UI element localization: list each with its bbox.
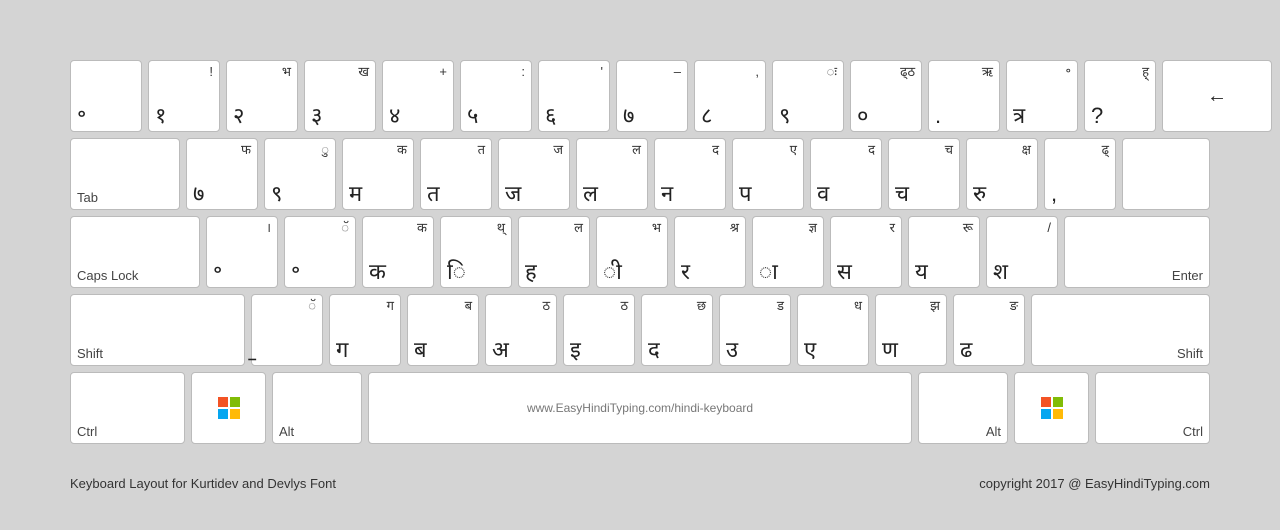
footer: Keyboard Layout for Kurtidev and Devlys … bbox=[40, 470, 1240, 491]
key-f[interactable]: थ् ि bbox=[440, 216, 512, 288]
key-3[interactable]: ख ३ bbox=[304, 60, 376, 132]
key-r[interactable]: त त bbox=[420, 138, 492, 210]
key-slash[interactable]: ङ ढ bbox=[953, 294, 1025, 366]
key-j[interactable]: श्र र bbox=[674, 216, 746, 288]
key-lbracket[interactable]: क्ष रु bbox=[966, 138, 1038, 210]
key-5[interactable]: : ५ bbox=[460, 60, 532, 132]
key-rbracket[interactable]: ढ् , bbox=[1044, 138, 1116, 210]
key-g[interactable]: ल ह bbox=[518, 216, 590, 288]
key-enter[interactable]: Enter bbox=[1064, 216, 1210, 288]
key-u[interactable]: द न bbox=[654, 138, 726, 210]
key-win-left[interactable] bbox=[191, 372, 266, 444]
key-e[interactable]: क म bbox=[342, 138, 414, 210]
key-equals[interactable]: ॰ त्र bbox=[1006, 60, 1078, 132]
key-ctrl-left[interactable]: Ctrl bbox=[70, 372, 185, 444]
key-capslock[interactable]: Caps Lock bbox=[70, 216, 200, 288]
key-x[interactable]: ग ग bbox=[329, 294, 401, 366]
key-semicolon[interactable]: रू य bbox=[908, 216, 980, 288]
key-win-right[interactable] bbox=[1014, 372, 1089, 444]
key-y[interactable]: ल ल bbox=[576, 138, 648, 210]
key-backtick[interactable]: ॰ bbox=[70, 60, 142, 132]
key-2[interactable]: भ २ bbox=[226, 60, 298, 132]
key-a[interactable]: । ॰ bbox=[206, 216, 278, 288]
key-4[interactable]: + ४ bbox=[382, 60, 454, 132]
key-0[interactable]: ढ्ठ ० bbox=[850, 60, 922, 132]
key-v[interactable]: ठ अ bbox=[485, 294, 557, 366]
keyboard-container: ॰ ! १ भ २ ख ३ + ४ : ५ ' ६ – ७ bbox=[40, 40, 1240, 470]
key-l[interactable]: र स bbox=[830, 216, 902, 288]
key-h[interactable]: भ ी bbox=[596, 216, 668, 288]
row-bottom: Ctrl Alt www.EasyHindiTyping.com/hindi-k… bbox=[70, 372, 1210, 444]
key-ctrl-right[interactable]: Ctrl bbox=[1095, 372, 1210, 444]
key-space[interactable]: www.EasyHindiTyping.com/hindi-keyboard bbox=[368, 372, 912, 444]
key-q[interactable]: फ ७ bbox=[186, 138, 258, 210]
key-alt-right[interactable]: Alt bbox=[918, 372, 1008, 444]
key-n[interactable]: छ द bbox=[641, 294, 713, 366]
key-8[interactable]: , ८ bbox=[694, 60, 766, 132]
key-b[interactable]: ठ इ bbox=[563, 294, 635, 366]
key-k[interactable]: ज्ञ ा bbox=[752, 216, 824, 288]
key-quote[interactable]: / श bbox=[986, 216, 1058, 288]
key-period[interactable]: झ ण bbox=[875, 294, 947, 366]
row-qwerty: Tab फ ७ ु ९ क म त त ज ज ल ल द न bbox=[70, 138, 1210, 210]
key-backspace[interactable]: ← bbox=[1162, 60, 1272, 132]
windows-icon-left bbox=[218, 397, 240, 419]
key-alt-left[interactable]: Alt bbox=[272, 372, 362, 444]
key-p[interactable]: च च bbox=[888, 138, 960, 210]
footer-left: Keyboard Layout for Kurtidev and Devlys … bbox=[70, 476, 336, 491]
key-comma[interactable]: ध ए bbox=[797, 294, 869, 366]
row-shift: Shift ॅ ॒ ग ग ब ब ठ अ ठ इ छ द ड उ bbox=[70, 294, 1210, 366]
windows-icon-right bbox=[1041, 397, 1063, 419]
footer-right: copyright 2017 @ EasyHindiTyping.com bbox=[979, 476, 1210, 491]
key-tab-end bbox=[1122, 138, 1210, 210]
row-number: ॰ ! १ भ २ ख ३ + ४ : ५ ' ६ – ७ bbox=[70, 60, 1210, 132]
key-tab[interactable]: Tab bbox=[70, 138, 180, 210]
key-t[interactable]: ज ज bbox=[498, 138, 570, 210]
key-z[interactable]: ॅ ॒ bbox=[251, 294, 323, 366]
key-m[interactable]: ड उ bbox=[719, 294, 791, 366]
key-minus[interactable]: ऋ . bbox=[928, 60, 1000, 132]
key-w[interactable]: ु ९ bbox=[264, 138, 336, 210]
key-6[interactable]: ' ६ bbox=[538, 60, 610, 132]
key-9[interactable]: ः ९ bbox=[772, 60, 844, 132]
key-s[interactable]: ॅ ॰ bbox=[284, 216, 356, 288]
key-c[interactable]: ब ब bbox=[407, 294, 479, 366]
key-1[interactable]: ! १ bbox=[148, 60, 220, 132]
row-asdf: Caps Lock । ॰ ॅ ॰ क क थ् ि ल ह भ ी श्र र bbox=[70, 216, 1210, 288]
key-d[interactable]: क क bbox=[362, 216, 434, 288]
space-url: www.EasyHindiTyping.com/hindi-keyboard bbox=[527, 401, 753, 415]
key-backslash[interactable]: ह् ? bbox=[1084, 60, 1156, 132]
key-shift-right[interactable]: Shift bbox=[1031, 294, 1210, 366]
key-shift-left[interactable]: Shift bbox=[70, 294, 245, 366]
key-7[interactable]: – ७ bbox=[616, 60, 688, 132]
key-o[interactable]: द व bbox=[810, 138, 882, 210]
key-i[interactable]: ए प bbox=[732, 138, 804, 210]
